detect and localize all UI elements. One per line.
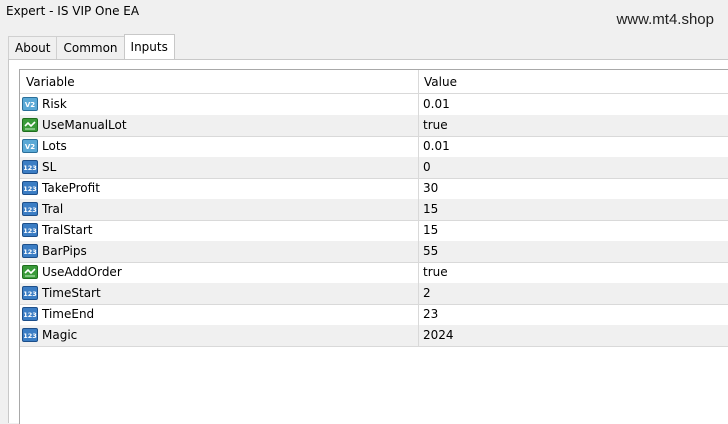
int-value-icon: 123 — [22, 181, 38, 195]
svg-text:123: 123 — [23, 164, 37, 172]
svg-text:V2: V2 — [25, 101, 35, 109]
variable-value: true — [423, 118, 448, 132]
table-row[interactable]: 123 BarPips 55 — [20, 241, 728, 263]
value-cell[interactable]: 55 — [419, 241, 728, 262]
value-cell[interactable]: 15 — [419, 220, 728, 241]
tab-strip: About Common Inputs — [8, 34, 175, 60]
table-row[interactable]: V2 Risk 0.01 — [20, 94, 728, 116]
svg-text:123: 123 — [23, 227, 37, 235]
value-cell[interactable]: 0.01 — [419, 136, 728, 157]
table-row[interactable]: UseManualLot true — [20, 115, 728, 137]
variable-value: 55 — [423, 244, 439, 258]
variable-cell[interactable]: 123 SL — [20, 157, 419, 178]
int-value-icon: 123 — [22, 307, 38, 321]
variable-name: Tral — [42, 202, 64, 216]
int-value-icon: 123 — [22, 328, 38, 342]
variable-cell[interactable]: UseAddOrder — [20, 262, 419, 283]
variable-value: true — [423, 265, 448, 279]
variable-name: UseAddOrder — [42, 265, 122, 279]
table-row[interactable]: UseAddOrder true — [20, 262, 728, 284]
value-cell[interactable]: true — [419, 262, 728, 283]
variable-value: 15 — [423, 223, 439, 237]
value-cell[interactable]: 2024 — [419, 325, 728, 346]
value-cell[interactable]: true — [419, 115, 728, 136]
variable-value: 15 — [423, 202, 439, 216]
table-row[interactable]: 123 SL 0 — [20, 157, 728, 179]
int-value-icon: 123 — [22, 244, 38, 258]
variable-name: TakeProfit — [42, 181, 100, 195]
variable-name: Magic — [42, 328, 78, 342]
variable-cell[interactable]: V2 Lots — [20, 136, 419, 157]
tab-about[interactable]: About — [8, 36, 58, 59]
title-bar: Expert - IS VIP One EA www.mt4.shop — [0, 0, 728, 28]
variable-name: TimeEnd — [42, 307, 95, 321]
variable-name: Lots — [42, 139, 67, 153]
variable-value: 30 — [423, 181, 439, 195]
value-cell[interactable]: 15 — [419, 199, 728, 220]
variable-cell[interactable]: V2 Risk — [20, 94, 419, 115]
svg-text:123: 123 — [23, 290, 37, 298]
variable-cell[interactable]: 123 TakeProfit — [20, 178, 419, 199]
watermark: www.mt4.shop — [616, 11, 714, 28]
variable-cell[interactable]: 123 BarPips — [20, 241, 419, 262]
int-value-icon: 123 — [22, 202, 38, 216]
table-row[interactable]: 123 TralStart 15 — [20, 220, 728, 242]
variable-cell[interactable]: 123 TralStart — [20, 220, 419, 241]
variable-cell[interactable]: 123 TimeEnd — [20, 304, 419, 325]
table-row[interactable]: 123 TakeProfit 30 — [20, 178, 728, 200]
int-value-icon: 123 — [22, 286, 38, 300]
svg-text:123: 123 — [23, 248, 37, 256]
value-cell[interactable]: 0 — [419, 157, 728, 178]
header-value-cell[interactable]: Value — [419, 70, 728, 93]
svg-text:123: 123 — [23, 311, 37, 319]
column-header-value: Value — [424, 75, 457, 89]
column-divider[interactable] — [418, 70, 419, 346]
variable-name: Risk — [42, 97, 67, 111]
tab-inputs[interactable]: Inputs — [123, 34, 175, 59]
svg-text:123: 123 — [23, 206, 37, 214]
table-row[interactable]: 123 Tral 15 — [20, 199, 728, 221]
variable-cell[interactable]: 123 TimeStart — [20, 283, 419, 304]
header-variable-cell[interactable]: Variable — [20, 70, 419, 93]
inputs-table: Variable Value V2 Risk 0.01 UseManualLot tru… — [19, 69, 728, 424]
variable-value: 0.01 — [423, 139, 450, 153]
variable-name: BarPips — [42, 244, 87, 258]
variable-value: 2 — [423, 286, 431, 300]
variable-cell[interactable]: 123 Tral — [20, 199, 419, 220]
value-cell[interactable]: 0.01 — [419, 94, 728, 115]
variable-value: 2024 — [423, 328, 454, 342]
svg-text:V2: V2 — [25, 143, 35, 151]
value-cell[interactable]: 23 — [419, 304, 728, 325]
variable-value: 0.01 — [423, 97, 450, 111]
variable-cell[interactable]: UseManualLot — [20, 115, 419, 136]
table-row[interactable]: V2 Lots 0.01 — [20, 136, 728, 158]
double-value-icon: V2 — [22, 139, 38, 153]
variable-name: TimeStart — [42, 286, 101, 300]
svg-text:123: 123 — [23, 185, 37, 193]
double-value-icon: V2 — [22, 97, 38, 111]
value-cell[interactable]: 2 — [419, 283, 728, 304]
table-row[interactable]: 123 Magic 2024 — [20, 325, 728, 347]
variable-name: UseManualLot — [42, 118, 127, 132]
inputs-panel: Variable Value V2 Risk 0.01 UseManualLot tru… — [8, 59, 728, 424]
table-row[interactable]: 123 TimeEnd 23 — [20, 304, 728, 326]
variable-cell[interactable]: 123 Magic — [20, 325, 419, 346]
int-value-icon: 123 — [22, 160, 38, 174]
variable-name: SL — [42, 160, 57, 174]
window-title: Expert - IS VIP One EA — [6, 4, 140, 18]
bool-value-icon — [22, 265, 38, 279]
value-cell[interactable]: 30 — [419, 178, 728, 199]
variable-name: TralStart — [42, 223, 93, 237]
variable-value: 23 — [423, 307, 439, 321]
variable-value: 0 — [423, 160, 431, 174]
bool-value-icon — [22, 118, 38, 132]
table-header: Variable Value — [20, 70, 728, 94]
svg-text:123: 123 — [23, 332, 37, 340]
table-row[interactable]: 123 TimeStart 2 — [20, 283, 728, 305]
tab-common[interactable]: Common — [56, 36, 125, 59]
column-header-variable: Variable — [26, 75, 75, 89]
int-value-icon: 123 — [22, 223, 38, 237]
